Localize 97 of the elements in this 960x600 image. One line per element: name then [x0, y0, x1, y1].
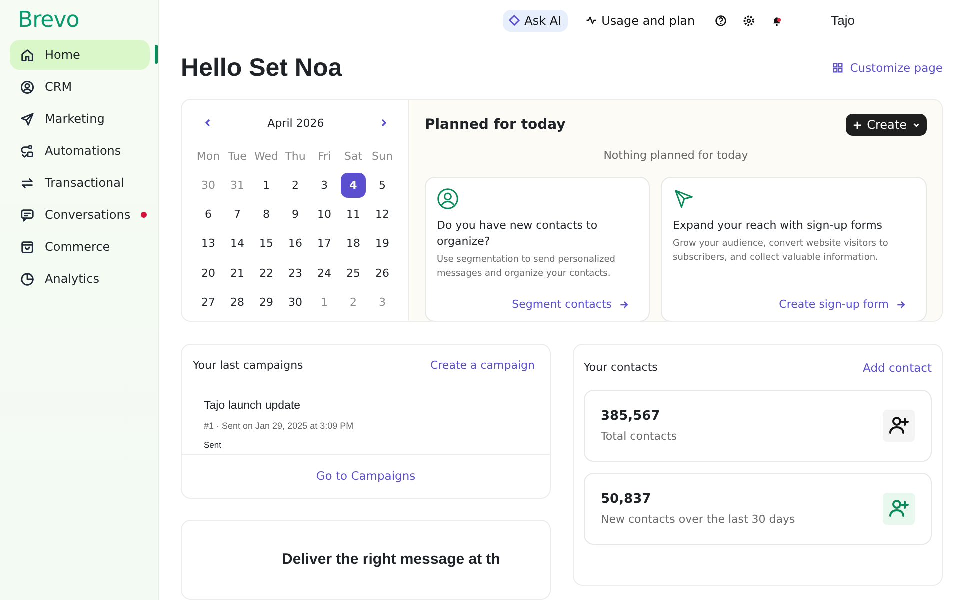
- user-name[interactable]: Tajo: [831, 13, 855, 28]
- weekday-label: Sat: [343, 148, 364, 165]
- caret-icon: [912, 120, 921, 130]
- calendar-day[interactable]: 14: [225, 231, 250, 257]
- settings-icon[interactable]: [743, 14, 756, 27]
- nav-item[interactable]: CRM: [10, 72, 150, 102]
- weekday-label: Mon: [196, 148, 222, 165]
- ask-ai-button[interactable]: Ask AI: [502, 10, 568, 32]
- customize-page-link[interactable]: Customize page: [833, 61, 943, 76]
- user-circle-icon: [437, 188, 459, 210]
- arrow-right-icon: [896, 300, 906, 310]
- calendar-day[interactable]: 27: [196, 290, 221, 316]
- calendar-day[interactable]: 16: [283, 231, 308, 257]
- calendar-day[interactable]: 17: [312, 231, 337, 257]
- calendar-day[interactable]: 28: [225, 290, 250, 316]
- create-campaign-link[interactable]: Create a campaign: [430, 358, 535, 372]
- swap-arrows-icon: [20, 176, 35, 190]
- card-link[interactable]: Create sign-up form: [779, 298, 906, 312]
- stat-value: 50,837: [601, 492, 652, 507]
- calendar-day[interactable]: 7: [225, 202, 250, 228]
- shopping-bag-icon: [20, 240, 35, 254]
- stat-value: 385,567: [601, 408, 662, 424]
- chat-bubble-icon: [20, 208, 35, 222]
- nav-item[interactable]: Conversations: [10, 200, 150, 230]
- calendar-day[interactable]: 12: [370, 202, 395, 228]
- card-description: Use segmentation to send personalized messages and organize your contacts.: [437, 254, 617, 281]
- usage-button[interactable]: Usage and plan: [580, 10, 702, 32]
- calendar-day[interactable]: 5: [370, 172, 395, 198]
- calendar-day[interactable]: 15: [254, 231, 279, 257]
- campaign-status: Sent: [204, 440, 222, 450]
- nav-item[interactable]: Analytics: [10, 264, 150, 294]
- weekday-label: Wed: [254, 148, 280, 165]
- campaign-name[interactable]: Tajo launch update: [204, 396, 528, 416]
- nav-item[interactable]: Commerce: [10, 232, 150, 262]
- calendar-day[interactable]: 2: [283, 172, 308, 198]
- calendar-day[interactable]: 11: [341, 202, 366, 228]
- nav-item[interactable]: Transactional: [10, 168, 150, 198]
- paper-plane-icon: [20, 112, 35, 126]
- card-title: Expand your reach with sign-up forms: [673, 218, 884, 234]
- calendar-day[interactable]: 26: [370, 260, 395, 286]
- weekday-label: Fri: [316, 148, 332, 165]
- bell-icon[interactable]: [771, 14, 784, 27]
- weekday-label: Sun: [371, 148, 394, 165]
- card-description: Grow your audience, convert website visitors to subscribers, and collect valuable information.: [673, 238, 890, 265]
- home-icon: [20, 48, 35, 62]
- empty-message: Nothing planned for today: [602, 149, 750, 162]
- calendar-month: April 2026: [268, 116, 324, 130]
- calendar-day[interactable]: 20: [196, 260, 221, 286]
- calendar-day[interactable]: 19: [370, 231, 395, 257]
- create-button[interactable]: Create: [846, 114, 927, 136]
- calendar-day[interactable]: 1: [254, 172, 279, 198]
- paper-plane-icon: [673, 188, 695, 210]
- calendar-day[interactable]: 30: [283, 290, 308, 316]
- calendar-day[interactable]: 3: [312, 172, 337, 198]
- calendar-day[interactable]: 29: [254, 290, 279, 316]
- calendar-day[interactable]: 8: [254, 202, 279, 228]
- calendar-day[interactable]: 6: [196, 202, 221, 228]
- calendar-day[interactable]: 21: [225, 260, 250, 286]
- calendar-day[interactable]: 24: [312, 260, 337, 286]
- weekday-label: Thu: [284, 148, 307, 165]
- calendar-day[interactable]: 4: [341, 172, 366, 198]
- card-heading: Your last campaigns: [193, 358, 304, 372]
- card-title: Do you have new contacts to organize?: [437, 218, 599, 250]
- calendar-day[interactable]: 9: [283, 202, 308, 228]
- grid-icon: [833, 63, 844, 74]
- diamond-icon: [508, 15, 520, 26]
- active-indicator: [155, 45, 158, 64]
- nav-item[interactable]: Home: [10, 40, 150, 70]
- help-icon[interactable]: [715, 14, 728, 27]
- promo-heading: Deliver the right message at th: [282, 550, 502, 568]
- calendar-day[interactable]: 23: [283, 260, 308, 286]
- calendar-day[interactable]: 22: [254, 260, 279, 286]
- nav-item[interactable]: Marketing: [10, 104, 150, 134]
- arrow-right-icon: [619, 300, 629, 310]
- logo: Brevo: [17, 8, 80, 33]
- activity-icon: [586, 15, 597, 26]
- user-circle-icon: [20, 80, 35, 94]
- workflow-icon: [20, 144, 35, 158]
- nav-item[interactable]: Automations: [10, 136, 150, 166]
- pie-chart-icon: [20, 272, 35, 286]
- calendar-day[interactable]: 25: [341, 260, 366, 286]
- calendar-day[interactable]: 18: [341, 231, 366, 257]
- weekday-label: Tue: [227, 148, 248, 165]
- stat-label: New contacts over the last 30 days: [601, 512, 796, 526]
- campaign-meta: #1 · Sent on Jan 29, 2025 at 3:09 PM: [204, 420, 355, 431]
- calendar-day[interactable]: 13: [196, 231, 221, 257]
- previous-month-icon[interactable]: [204, 118, 212, 128]
- card-heading: Your contacts: [584, 361, 658, 374]
- calendar-day[interactable]: 10: [312, 202, 337, 228]
- stat-label: Total contacts: [601, 430, 678, 443]
- add-contact-link[interactable]: Add contact: [863, 360, 932, 375]
- next-month-icon[interactable]: [380, 118, 388, 128]
- go-to-campaigns-link[interactable]: Go to Campaigns: [316, 468, 416, 483]
- plus-icon: [853, 120, 862, 130]
- page-title: Hello Set Noa: [181, 54, 342, 83]
- section-title: Planned for today: [425, 117, 566, 134]
- card-link[interactable]: Segment contacts: [512, 298, 629, 312]
